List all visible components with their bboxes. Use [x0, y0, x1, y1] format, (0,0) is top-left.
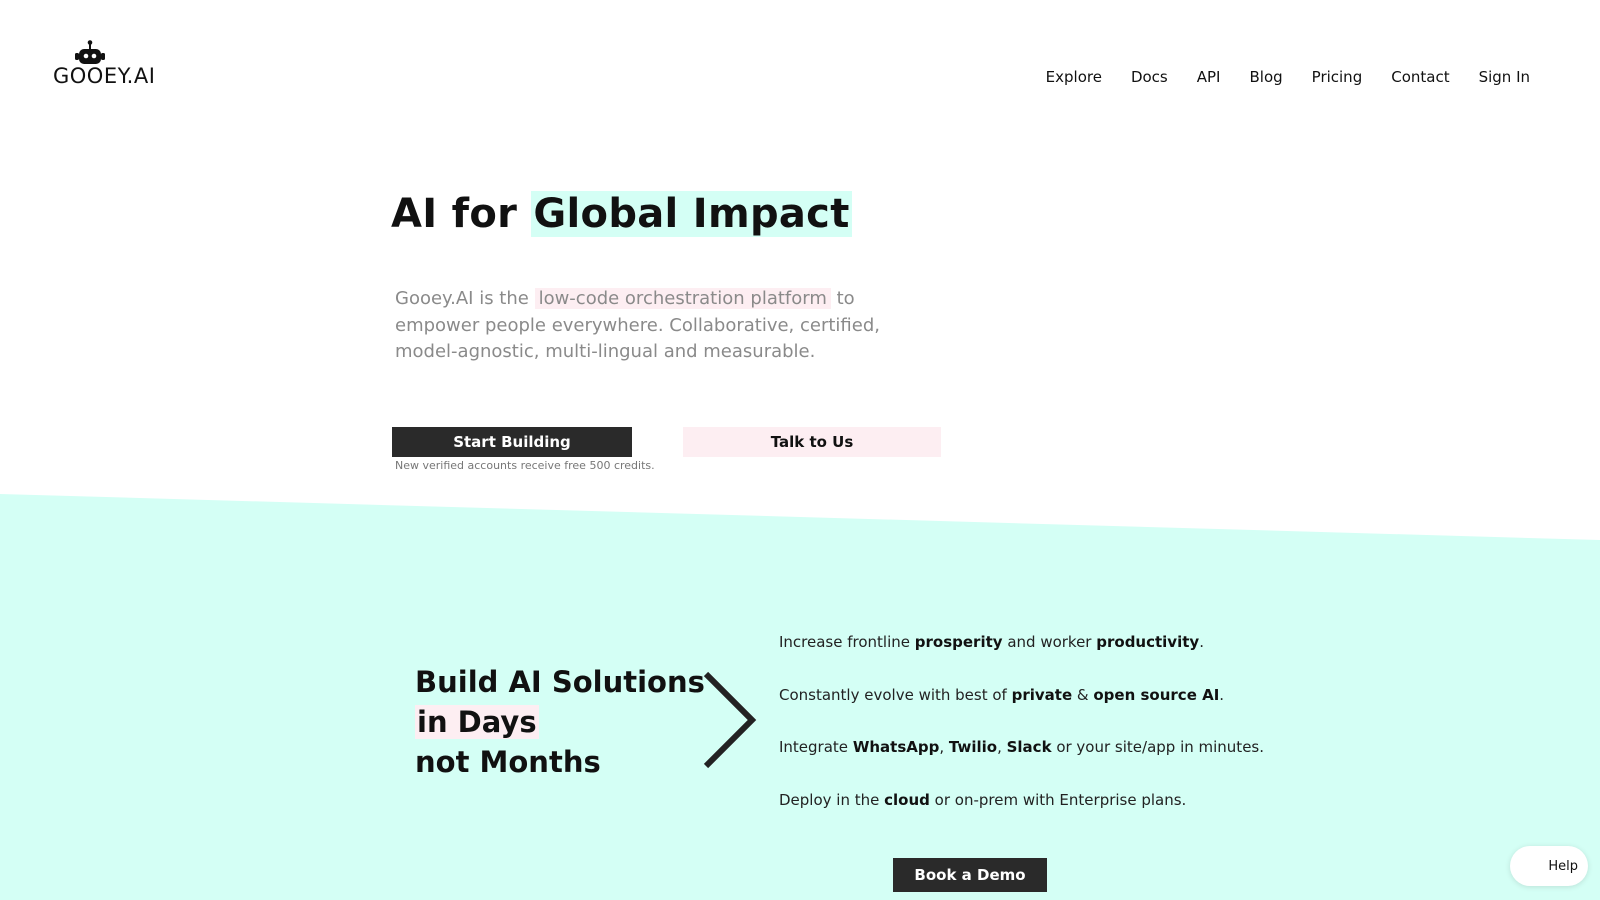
hero-title-highlight: Global Impact	[531, 191, 852, 237]
hero-desc-highlight: low-code orchestration platform	[534, 288, 831, 309]
feature-item: Increase frontline prosperity and worker…	[779, 633, 1204, 651]
nav-blog[interactable]: Blog	[1249, 68, 1282, 86]
hero-desc-before: Gooey.AI is the	[395, 288, 535, 309]
book-demo-button[interactable]: Book a Demo	[893, 858, 1047, 892]
solutions-title-line2: in Days	[415, 705, 539, 739]
feature-item: Deploy in the cloud or on-prem with Ente…	[779, 790, 1187, 809]
nav-api[interactable]: API	[1197, 68, 1221, 86]
chevron-right-icon	[703, 671, 757, 769]
nav-pricing[interactable]: Pricing	[1312, 68, 1363, 86]
nav-sign-in[interactable]: Sign In	[1479, 68, 1530, 86]
nav-explore[interactable]: Explore	[1046, 68, 1102, 86]
hero-title-prefix: AI for	[391, 191, 532, 237]
solutions-title-line1: Build AI Solutions	[415, 665, 705, 699]
feature-item: Integrate WhatsApp, Twilio, Slack or you…	[779, 738, 1265, 756]
hero-description: Gooey.AI is the low-code orchestration p…	[395, 286, 935, 366]
solutions-title-line3: not Months	[415, 745, 601, 779]
logo[interactable]: GOOEY.AI	[53, 40, 163, 90]
main-nav: Explore Docs API Blog Pricing Contact Si…	[1046, 68, 1530, 86]
credits-note: New verified accounts receive free 500 c…	[395, 459, 655, 472]
help-label: Help	[1548, 858, 1578, 874]
feature-list: Increase frontline prosperity and worker…	[779, 633, 1264, 843]
help-button[interactable]: Help	[1510, 846, 1588, 886]
feature-item: Constantly evolve with best of private &…	[779, 685, 1225, 704]
nav-contact[interactable]: Contact	[1391, 68, 1449, 86]
hero-title: AI for Global Impact	[391, 191, 852, 237]
talk-to-us-button[interactable]: Talk to Us	[683, 427, 941, 457]
nav-docs[interactable]: Docs	[1131, 68, 1168, 86]
start-building-button[interactable]: Start Building	[392, 427, 632, 457]
logo-text: GOOEY.AI	[53, 64, 156, 88]
solutions-title: Build AI Solutions in Days not Months	[415, 662, 705, 782]
